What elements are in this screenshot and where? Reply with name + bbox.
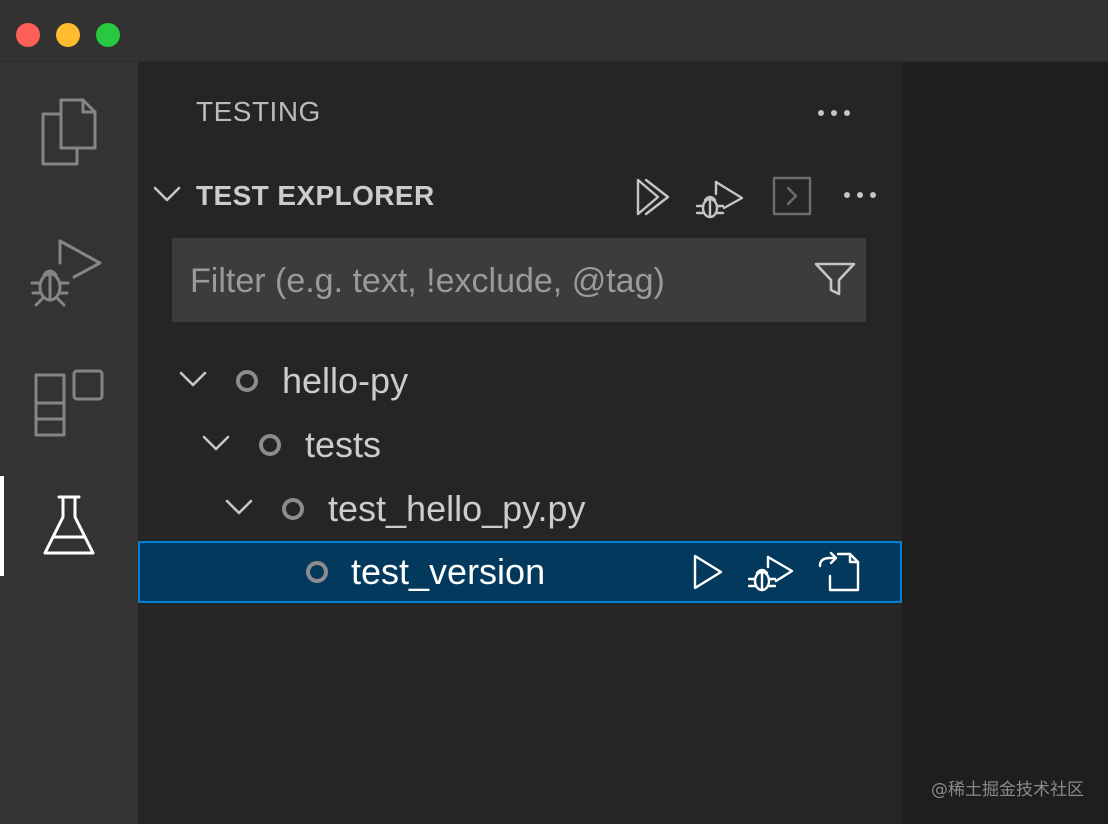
sidebar-more-button[interactable] (818, 110, 850, 116)
section-more-button[interactable] (844, 192, 876, 198)
run-all-tests-button[interactable] (632, 176, 674, 218)
go-to-test-icon (818, 551, 860, 592)
go-to-test-button[interactable] (816, 550, 862, 594)
chevron-down-icon (179, 371, 207, 387)
testing-sidebar: TESTING TEST EXPLORER Filter (e.g. text,… (138, 62, 902, 824)
tree-item-label: test_hello_py.py (328, 488, 586, 529)
run-test-icon (693, 554, 723, 590)
tree-item-tests[interactable]: tests (138, 414, 902, 476)
editor-area: @稀土掘金技术社区 (902, 62, 1108, 824)
activity-bar (0, 62, 138, 824)
not-run-status-icon (282, 498, 304, 520)
activity-run-debug[interactable] (0, 220, 138, 320)
chevron-down-icon (225, 499, 253, 515)
tree-item-test-version[interactable]: test_version (138, 541, 902, 603)
activity-testing[interactable] (0, 476, 138, 576)
ellipsis-icon (818, 110, 824, 116)
minimize-window-button[interactable] (56, 23, 80, 47)
files-icon (41, 98, 97, 166)
run-all-tests-icon (636, 178, 670, 216)
tree-item-label: tests (305, 424, 382, 465)
tree-item-test-file[interactable]: test_hello_py.py (138, 478, 902, 540)
activity-explorer[interactable] (0, 82, 138, 182)
tree-item-label: test_version (351, 551, 546, 592)
show-output-icon (772, 176, 812, 216)
chevron-down-icon (153, 186, 181, 202)
window-titlebar (0, 0, 1108, 62)
chevron-down-icon (202, 435, 230, 451)
zoom-window-button[interactable] (96, 23, 120, 47)
extensions-icon (34, 369, 104, 437)
watermark-text: @稀土掘金技术社区 (931, 780, 1084, 800)
section-title: TEST EXPLORER (196, 180, 435, 211)
tree-item-label: hello-py (282, 360, 409, 401)
debug-all-tests-icon (695, 180, 744, 219)
test-explorer-section-header[interactable]: TEST EXPLORER (138, 170, 902, 220)
not-run-status-icon (259, 434, 281, 456)
not-run-status-icon (236, 370, 258, 392)
debug-test-icon (748, 555, 794, 592)
ellipsis-icon (844, 192, 850, 198)
active-indicator (0, 476, 4, 576)
test-filter-input[interactable] (188, 238, 792, 324)
run-test-button[interactable] (690, 553, 724, 591)
debug-test-button[interactable] (748, 551, 796, 595)
filter-icon[interactable] (812, 258, 858, 300)
run-debug-icon (30, 239, 102, 307)
test-filter-box (172, 238, 866, 324)
close-window-button[interactable] (16, 23, 40, 47)
show-output-button[interactable] (772, 176, 812, 216)
not-run-status-icon (306, 561, 328, 583)
sidebar-title: TESTING (196, 96, 321, 127)
testing-flask-icon (43, 495, 95, 555)
tree-item-hello-py[interactable]: hello-py (138, 350, 902, 412)
activity-extensions[interactable] (0, 354, 138, 454)
debug-all-tests-button[interactable] (694, 176, 746, 222)
